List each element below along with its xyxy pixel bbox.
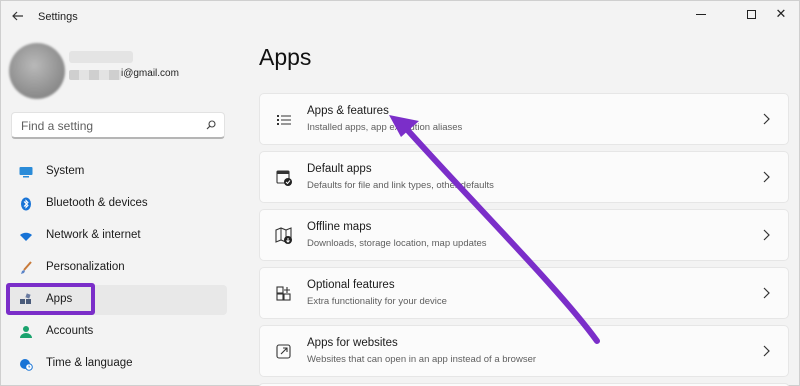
- card-title: Default apps: [307, 163, 372, 175]
- card-apps-for-websites[interactable]: Apps for websites Websites that can open…: [259, 325, 789, 377]
- close-icon: ✕: [775, 6, 787, 21]
- sidebar-item-time-language[interactable]: Time & language: [9, 349, 227, 379]
- person-icon: [20, 326, 32, 338]
- card-subtitle: Websites that can open in an app instead…: [307, 354, 537, 365]
- sidebar-item-label: System: [46, 165, 85, 177]
- globe-clock-icon: [20, 359, 33, 371]
- card-offline-maps[interactable]: Offline maps Downloads, storage location…: [259, 209, 789, 261]
- minimize-icon: [696, 13, 706, 15]
- chevron-right-icon: [763, 229, 770, 241]
- chevron-right-icon: [763, 287, 770, 299]
- card-optional-features[interactable]: Optional features Extra functionality fo…: [259, 267, 789, 319]
- card-title: Apps & features: [307, 105, 389, 117]
- sidebar-item-bluetooth[interactable]: Bluetooth & devices: [9, 189, 227, 219]
- chevron-right-icon: [763, 345, 770, 357]
- sidebar-item-personalization[interactable]: Personalization: [9, 253, 227, 283]
- search-input[interactable]: Find a setting: [11, 112, 225, 139]
- search-icon: [206, 120, 216, 130]
- sidebar-item-label: Time & language: [46, 357, 133, 369]
- page-title: Apps: [259, 44, 312, 70]
- chevron-right-icon: [763, 171, 770, 183]
- chevron-right-icon: [763, 113, 770, 125]
- back-arrow-icon: [12, 11, 23, 21]
- avatar[interactable]: [9, 43, 65, 99]
- card-subtitle: Installed apps, app execution aliases: [307, 122, 463, 133]
- wifi-icon: [20, 232, 32, 241]
- sidebar-item-accounts[interactable]: Accounts: [9, 317, 227, 347]
- sidebar-item-label: Bluetooth & devices: [46, 197, 148, 209]
- card-title: Offline maps: [307, 221, 372, 233]
- default-app-icon: [276, 170, 292, 186]
- user-name-redacted: [69, 51, 133, 63]
- add-grid-icon: [276, 286, 291, 301]
- maximize-icon: [746, 9, 756, 19]
- sidebar-item-label: Accounts: [46, 325, 94, 337]
- card-subtitle: Downloads, storage location, map updates: [307, 238, 487, 249]
- card-title: Optional features: [307, 279, 395, 291]
- card-title: Apps for websites: [307, 337, 398, 349]
- map-icon: [275, 227, 292, 244]
- card-default-apps[interactable]: Default apps Defaults for file and link …: [259, 151, 789, 203]
- title-bar: Settings ✕: [1, 1, 800, 35]
- sidebar-item-label: Personalization: [46, 261, 125, 273]
- annotation-highlight-box: [6, 283, 95, 315]
- list-icon: [277, 115, 291, 125]
- card-subtitle: Defaults for file and link types, other …: [307, 180, 494, 191]
- brush-icon: [21, 261, 32, 274]
- card-apps-features[interactable]: Apps & features Installed apps, app exec…: [259, 93, 789, 145]
- sidebar-item-label: Network & internet: [46, 229, 141, 241]
- sidebar-item-network[interactable]: Network & internet: [9, 221, 227, 251]
- bluetooth-icon: [21, 197, 31, 211]
- search-placeholder: Find a setting: [21, 119, 94, 133]
- open-external-icon: [276, 344, 291, 359]
- minimize-button[interactable]: [681, 3, 721, 25]
- user-email: i@gmail.com: [121, 68, 179, 79]
- email-redacted: [69, 70, 121, 80]
- close-button[interactable]: ✕: [761, 3, 800, 25]
- sidebar-item-system[interactable]: System: [9, 157, 227, 187]
- back-button[interactable]: [9, 9, 27, 27]
- card-subtitle: Extra functionality for your device: [307, 296, 447, 307]
- app-title: Settings: [38, 11, 78, 23]
- monitor-icon: [19, 167, 33, 178]
